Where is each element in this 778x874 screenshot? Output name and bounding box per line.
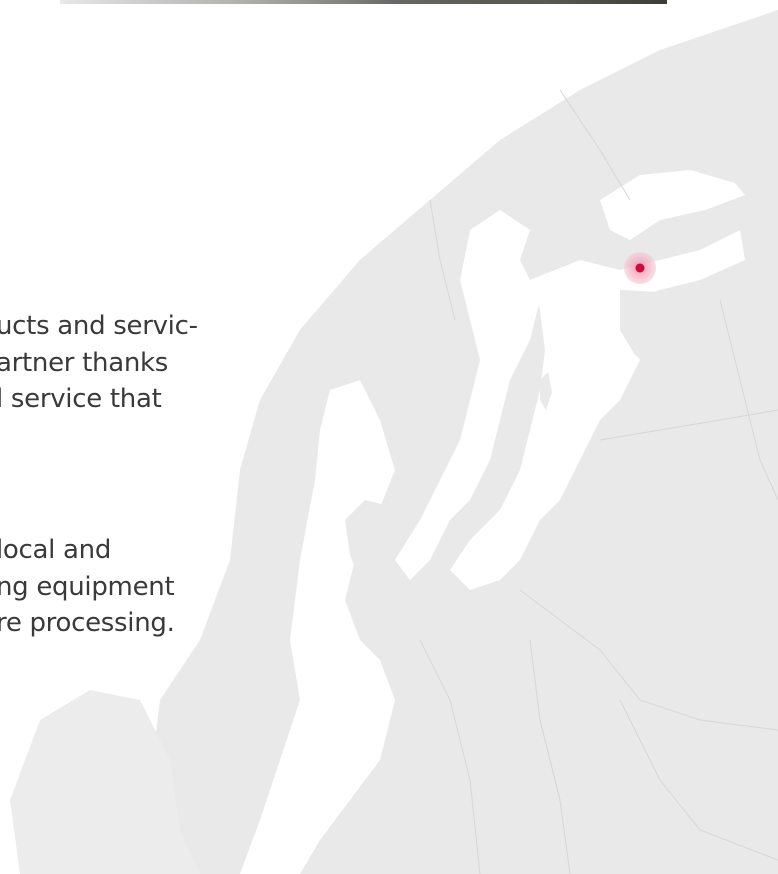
map-fade xyxy=(0,0,778,874)
marker-dot-icon xyxy=(635,263,645,273)
europe-map xyxy=(0,0,778,874)
location-marker[interactable] xyxy=(624,252,656,284)
